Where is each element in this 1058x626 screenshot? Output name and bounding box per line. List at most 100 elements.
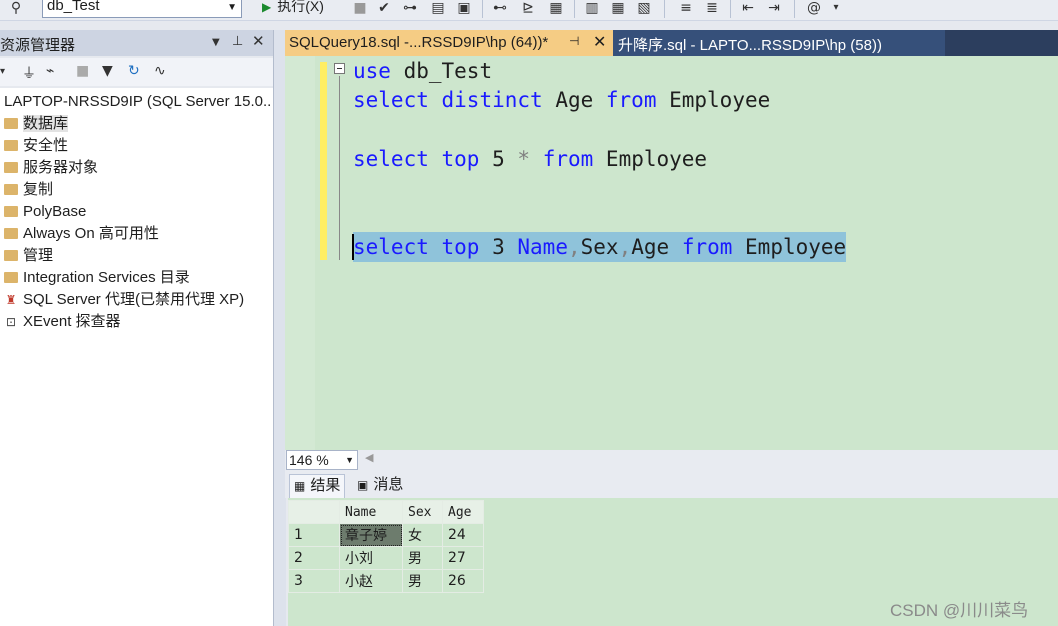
row-number-header[interactable] — [288, 500, 340, 524]
code-line-4-selected: select top 3 Name,Sex,Age from Employee — [353, 232, 847, 262]
column-header[interactable]: Sex — [402, 500, 443, 524]
grid-cell[interactable]: 男 — [402, 546, 443, 570]
close-icon[interactable]: ✕ — [252, 32, 265, 50]
tree-node-databases[interactable]: 数据库 — [0, 113, 69, 135]
grid-cell[interactable]: 26 — [442, 569, 484, 593]
column-name: Age — [631, 235, 670, 259]
connect-plug-icon[interactable]: ⏚ — [22, 63, 36, 83]
connect-dropdown-icon[interactable]: ▾ — [0, 66, 5, 77]
estimated-plan-icon[interactable]: ⊶ — [402, 0, 418, 16]
tree-node-label: XEvent 探查器 — [23, 313, 121, 330]
connect-icon[interactable]: ⚲ — [8, 0, 24, 16]
grid-cell[interactable]: 小赵 — [339, 569, 403, 593]
parse-check-icon[interactable]: ✔ — [376, 0, 392, 16]
database-selector-value: db_Test — [47, 0, 100, 14]
chevron-down-icon[interactable]: ▾ — [828, 0, 844, 16]
main-toolbar: ⚲ db_Test ▼ ▶ 执行(X) ■ ✔ ⊶ ▤ ▣ ⊷ ⊵ ▦ ▥ ▦ ▧… — [0, 0, 1058, 21]
operator: * — [517, 147, 531, 171]
live-stats-icon[interactable]: ⊵ — [520, 0, 536, 16]
results-to-icon[interactable]: ▤ — [430, 0, 446, 16]
grid-cell[interactable]: 女 — [402, 523, 443, 547]
tree-node-always-on[interactable]: Always On 高可用性 — [0, 223, 159, 245]
tree-node-sql-agent[interactable]: ♜ SQL Server 代理(已禁用代理 XP) — [0, 289, 245, 311]
tree-node-xevent[interactable]: ⊡ XEvent 探查器 — [0, 311, 121, 333]
grid-cell-selected[interactable]: 章子婷 — [339, 523, 403, 547]
results-to-text-icon[interactable]: ▥ — [584, 0, 600, 16]
outline-line — [339, 76, 340, 260]
keyword: top — [441, 147, 480, 171]
results-to-file-icon[interactable]: ▣ — [456, 0, 472, 16]
tree-node-label: 安全性 — [23, 137, 69, 154]
grid-cell[interactable]: 男 — [402, 569, 443, 593]
tab-messages[interactable]: ▣ 消息 — [353, 474, 407, 498]
row-number[interactable]: 3 — [288, 569, 340, 593]
collapse-icon[interactable] — [334, 63, 345, 74]
grid-cell[interactable]: 24 — [442, 523, 484, 547]
tab-sort-order[interactable]: 升降序.sql - LAPTO...RSSD9IP\hp (58)) — [613, 30, 945, 56]
pin-icon[interactable]: ⊣ — [569, 34, 579, 48]
uncomment-icon[interactable]: ≣ — [704, 0, 720, 16]
results-to-file2-icon[interactable]: ▧ — [636, 0, 652, 16]
object-explorer-toolbar: ▾ ⏚ ⌁ ■ ▼ ↻ ∿ — [0, 58, 274, 86]
table-row[interactable]: 3 小赵 男 26 — [288, 569, 484, 593]
decrease-indent-icon[interactable]: ⇤ — [740, 0, 756, 16]
tree-node-management[interactable]: 管理 — [0, 245, 53, 267]
column-header[interactable]: Name — [339, 500, 403, 524]
keyword: from — [542, 147, 594, 171]
row-number[interactable]: 2 — [288, 546, 340, 570]
table-row[interactable]: 2 小刘 男 27 — [288, 546, 484, 570]
object-explorer-tree: LAPTOP-NRSSD9IP (SQL Server 15.0.. 数据库 安… — [0, 88, 273, 626]
stop-icon[interactable]: ■ — [76, 63, 89, 79]
keyword: top — [441, 235, 480, 259]
folder-icon — [4, 228, 18, 239]
activity-monitor-icon[interactable]: ∿ — [154, 63, 166, 79]
grid-cell[interactable]: 27 — [442, 546, 484, 570]
column-header[interactable]: Age — [442, 500, 484, 524]
tree-node-integration-services[interactable]: Integration Services 目录 — [0, 267, 190, 289]
comment-icon[interactable]: ≡ — [678, 0, 694, 16]
message-icon: ▣ — [357, 478, 369, 492]
server-node[interactable]: LAPTOP-NRSSD9IP (SQL Server 15.0.. — [4, 91, 271, 113]
agent-icon: ♜ — [5, 293, 17, 307]
grid-cell[interactable]: 小刘 — [339, 546, 403, 570]
change-tracking-bar — [320, 62, 327, 260]
row-number[interactable]: 1 — [288, 523, 340, 547]
tab-sqlquery18[interactable]: SQLQuery18.sql -...RSSD9IP\hp (64))* ⊣ ✕ — [285, 30, 613, 56]
close-icon[interactable]: ✕ — [593, 32, 606, 51]
tree-node-replication[interactable]: 复制 — [0, 179, 53, 201]
keyword: select — [353, 147, 429, 171]
execute-button[interactable]: ▶ 执行(X) — [262, 0, 324, 17]
identifier: Employee — [593, 147, 708, 171]
filter-icon[interactable]: ▼ — [102, 63, 113, 79]
zoom-selector[interactable]: 146 % ▼ — [286, 450, 358, 470]
tree-node-polybase[interactable]: PolyBase — [0, 201, 86, 223]
stop-icon[interactable]: ■ — [352, 0, 368, 16]
increase-indent-icon[interactable]: ⇥ — [766, 0, 782, 16]
identifier: Employee — [732, 235, 847, 259]
tree-node-server-objects[interactable]: 服务器对象 — [0, 157, 98, 179]
keyword: select — [353, 88, 429, 112]
disconnect-icon[interactable]: ⌁ — [46, 63, 54, 79]
client-stats-icon[interactable]: ▦ — [548, 0, 564, 16]
chevron-down-icon: ▼ — [345, 455, 354, 465]
zoom-value: 146 % — [289, 452, 329, 468]
tree-node-label: 服务器对象 — [23, 159, 99, 176]
tree-node-security[interactable]: 安全性 — [0, 135, 68, 157]
code-line-3: select top 5 * from Employee — [353, 144, 707, 174]
object-explorer-title: 资源管理器 — [0, 37, 76, 54]
specify-values-icon[interactable]: @ — [806, 0, 822, 16]
tree-node-label: Always On 高可用性 — [23, 225, 159, 242]
folder-icon — [4, 162, 18, 173]
pin-icon[interactable]: ⊥ — [232, 34, 243, 49]
tab-results[interactable]: ▦ 结果 — [289, 474, 346, 498]
window-position-icon[interactable]: ▼ — [212, 37, 220, 48]
results-to-grid-icon[interactable]: ▦ — [610, 0, 626, 16]
refresh-icon[interactable]: ↻ — [128, 63, 140, 79]
query-plan-icon[interactable]: ⊷ — [492, 0, 508, 16]
folder-icon — [4, 184, 18, 195]
chevron-down-icon: ▼ — [227, 2, 237, 13]
table-row[interactable]: 1 章子婷 女 24 — [288, 523, 484, 547]
query-editor[interactable]: use db_Test select distinct Age from Emp… — [285, 56, 1058, 450]
database-selector[interactable]: db_Test ▼ — [42, 0, 242, 18]
scroll-left-icon[interactable]: ◀ — [365, 451, 373, 464]
